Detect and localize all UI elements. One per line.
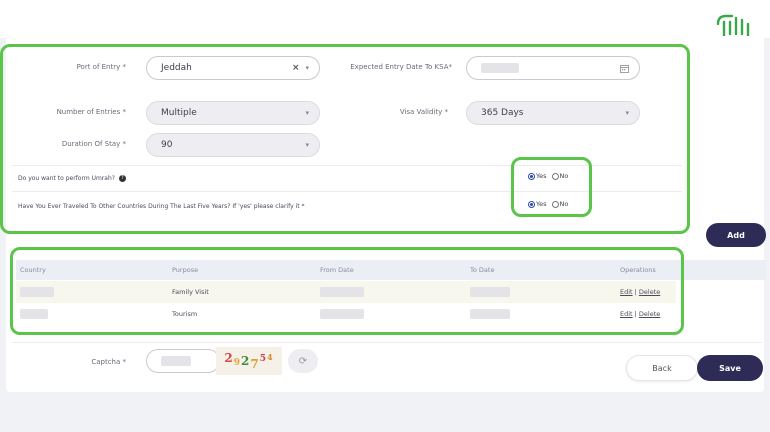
- umrah-question-text: Do you want to perform Umrah?: [18, 175, 115, 182]
- table-header: Country Purpose From Date To Date Operat…: [16, 260, 766, 280]
- operations-cell: Edit | Delete: [620, 310, 661, 318]
- yes-label: Yes: [536, 200, 547, 208]
- number-of-entries-label: Number of Entries *: [56, 108, 126, 116]
- expected-entry-date-field[interactable]: [466, 56, 640, 80]
- no-label: No: [559, 200, 569, 208]
- captcha-char: 5: [259, 354, 268, 364]
- visa-validity-label: Visa Validity *: [399, 108, 448, 116]
- chevron-down-icon: ▾: [625, 109, 629, 117]
- no-label: No: [559, 172, 569, 180]
- table-row: Tourism Edit | Delete: [16, 303, 676, 325]
- port-of-entry-value: Jeddah: [161, 63, 192, 73]
- visa-validity-select[interactable]: 365 Days ▾: [466, 101, 640, 125]
- port-of-entry-label: Port of Entry *: [76, 63, 126, 71]
- port-of-entry-select[interactable]: Jeddah × ▾: [146, 56, 320, 80]
- captcha-char: 4: [267, 352, 274, 362]
- header-from-date: From Date: [320, 266, 354, 274]
- header-country: Country: [20, 266, 46, 274]
- operations-cell: Edit | Delete: [620, 288, 661, 296]
- chevron-down-icon: ▾: [305, 109, 309, 117]
- country-cell: [20, 287, 54, 297]
- captcha-image: 2 9 2 7 5 4: [216, 347, 282, 375]
- header-to-date: To Date: [470, 266, 495, 274]
- from-date-cell: [320, 287, 364, 297]
- captcha-label: Captcha *: [91, 358, 126, 366]
- entry-date-value: [481, 63, 519, 73]
- number-of-entries-select[interactable]: Multiple ▾: [146, 101, 320, 125]
- yes-label: Yes: [536, 172, 547, 180]
- edit-link[interactable]: Edit: [620, 310, 633, 318]
- close-icon[interactable]: ×: [292, 63, 300, 73]
- add-button[interactable]: Add: [706, 223, 766, 247]
- captcha-input-value: [161, 356, 191, 366]
- umrah-yes-radio[interactable]: Yes: [528, 172, 547, 180]
- chevron-down-icon: ▾: [305, 141, 309, 149]
- captcha-char: 2: [224, 351, 234, 365]
- to-date-cell: [470, 287, 510, 297]
- visa-form-card: [6, 36, 764, 392]
- calendar-icon[interactable]: [620, 64, 629, 73]
- captcha-char: 7: [250, 357, 260, 371]
- to-date-cell: [470, 309, 510, 319]
- umrah-radio-group: Yes No: [528, 172, 568, 180]
- umrah-question: Do you want to perform Umrah? ?: [18, 175, 126, 182]
- chevron-down-icon: ▾: [305, 64, 309, 72]
- duration-of-stay-value: 90: [161, 140, 173, 150]
- delete-link[interactable]: Delete: [639, 288, 660, 296]
- delete-link[interactable]: Delete: [639, 310, 660, 318]
- visa-validity-value: 365 Days: [481, 108, 524, 118]
- top-bar: [0, 0, 770, 38]
- help-icon[interactable]: ?: [118, 175, 126, 182]
- divider: [12, 165, 682, 166]
- captcha-char: 2: [241, 354, 251, 368]
- purpose-cell: Family Visit: [172, 288, 209, 296]
- duration-of-stay-select[interactable]: 90 ▾: [146, 133, 320, 157]
- captcha-char: 9: [233, 358, 242, 368]
- edit-link[interactable]: Edit: [620, 288, 633, 296]
- travel-radio-group: Yes No: [528, 200, 568, 208]
- umrah-no-radio[interactable]: No: [551, 172, 569, 180]
- travel-question: Have You Ever Traveled To Other Countrie…: [18, 203, 305, 210]
- travel-yes-radio[interactable]: Yes: [528, 200, 547, 208]
- country-cell: [20, 309, 48, 319]
- captcha-input[interactable]: [146, 349, 220, 373]
- travel-no-radio[interactable]: No: [551, 200, 569, 208]
- purpose-cell: Tourism: [172, 310, 198, 318]
- divider: [12, 191, 682, 192]
- refresh-icon[interactable]: ⟳: [288, 349, 318, 373]
- expected-entry-date-label: Expected Entry Date To KSA*: [350, 63, 452, 71]
- from-date-cell: [320, 309, 364, 319]
- divider: [12, 342, 762, 343]
- back-button[interactable]: Back: [626, 355, 698, 381]
- duration-of-stay-label: Duration Of Stay *: [61, 140, 126, 148]
- save-button[interactable]: Save: [697, 355, 763, 381]
- number-of-entries-value: Multiple: [161, 108, 197, 118]
- header-purpose: Purpose: [172, 266, 199, 274]
- header-operations: Operations: [620, 266, 656, 274]
- table-row: Family Visit Edit | Delete: [16, 281, 676, 303]
